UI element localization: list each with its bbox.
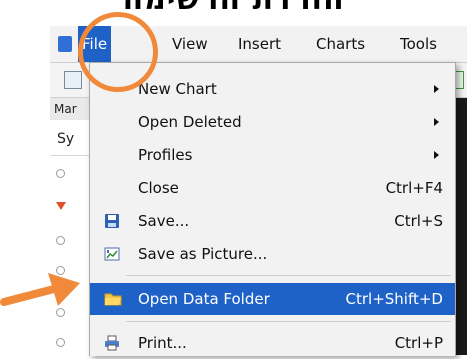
folder-icon — [104, 291, 122, 307]
menu-item-label: Save as Picture... — [138, 245, 268, 263]
row-marker-icon — [56, 266, 65, 275]
printer-icon — [104, 335, 120, 351]
app-icon — [58, 36, 72, 52]
menu-view[interactable]: View — [168, 26, 212, 62]
submenu-arrow-icon — [434, 151, 439, 159]
toolbar-new-chart-icon[interactable] — [64, 71, 82, 89]
menu-item-open-data-folder[interactable]: Open Data Folder Ctrl+Shift+D — [90, 283, 455, 315]
menu-item-close[interactable]: Close Ctrl+F4 — [90, 172, 455, 204]
menu-item-label: Save... — [138, 212, 190, 230]
row-marker-icon — [56, 169, 65, 178]
menu-item-save[interactable]: Save... Ctrl+S — [90, 205, 455, 237]
submenu-arrow-icon — [434, 85, 439, 93]
menu-item-label: Print... — [138, 334, 187, 352]
menu-item-profiles[interactable]: Profiles — [90, 139, 455, 171]
menu-item-new-chart[interactable]: New Chart — [90, 73, 455, 105]
menu-item-shortcut: Ctrl+Shift+D — [345, 290, 443, 308]
menu-item-label: Close — [138, 179, 179, 197]
menu-item-shortcut: Ctrl+S — [394, 212, 443, 230]
caption-text: הורדת הרשימה — [0, 0, 467, 17]
file-dropdown-menu: New Chart Open Deleted Profiles Close Ct… — [89, 62, 456, 356]
menu-file[interactable]: File — [78, 26, 112, 62]
row-marker-icon — [56, 338, 65, 347]
menu-item-label: Open Deleted — [138, 113, 242, 131]
row-marker-icon — [56, 308, 65, 317]
row-marker-icon — [56, 236, 65, 245]
row-marker-down-icon — [56, 202, 66, 210]
menu-item-open-deleted[interactable]: Open Deleted — [90, 106, 455, 138]
menu-item-save-as-picture[interactable]: Save as Picture... — [90, 238, 455, 270]
menu-item-shortcut: Ctrl+F4 — [385, 179, 443, 197]
submenu-arrow-icon — [434, 118, 439, 126]
menu-item-shortcut: Ctrl+P — [394, 334, 443, 352]
top-caption: הורדת הרשימה — [0, 0, 467, 26]
menu-item-label: Profiles — [138, 146, 193, 164]
menu-item-print[interactable]: Print... Ctrl+P — [90, 327, 455, 359]
menu-separator — [126, 321, 451, 322]
save-icon — [104, 213, 120, 229]
menu-tools[interactable]: Tools — [396, 26, 441, 62]
menu-bar: File View Insert Charts Tools — [50, 26, 467, 63]
menu-item-label: Open Data Folder — [138, 290, 270, 308]
picture-icon — [104, 246, 120, 262]
menu-separator — [126, 275, 451, 276]
menu-charts[interactable]: Charts — [312, 26, 369, 62]
menu-item-label: New Chart — [138, 80, 217, 98]
menu-insert[interactable]: Insert — [234, 26, 285, 62]
